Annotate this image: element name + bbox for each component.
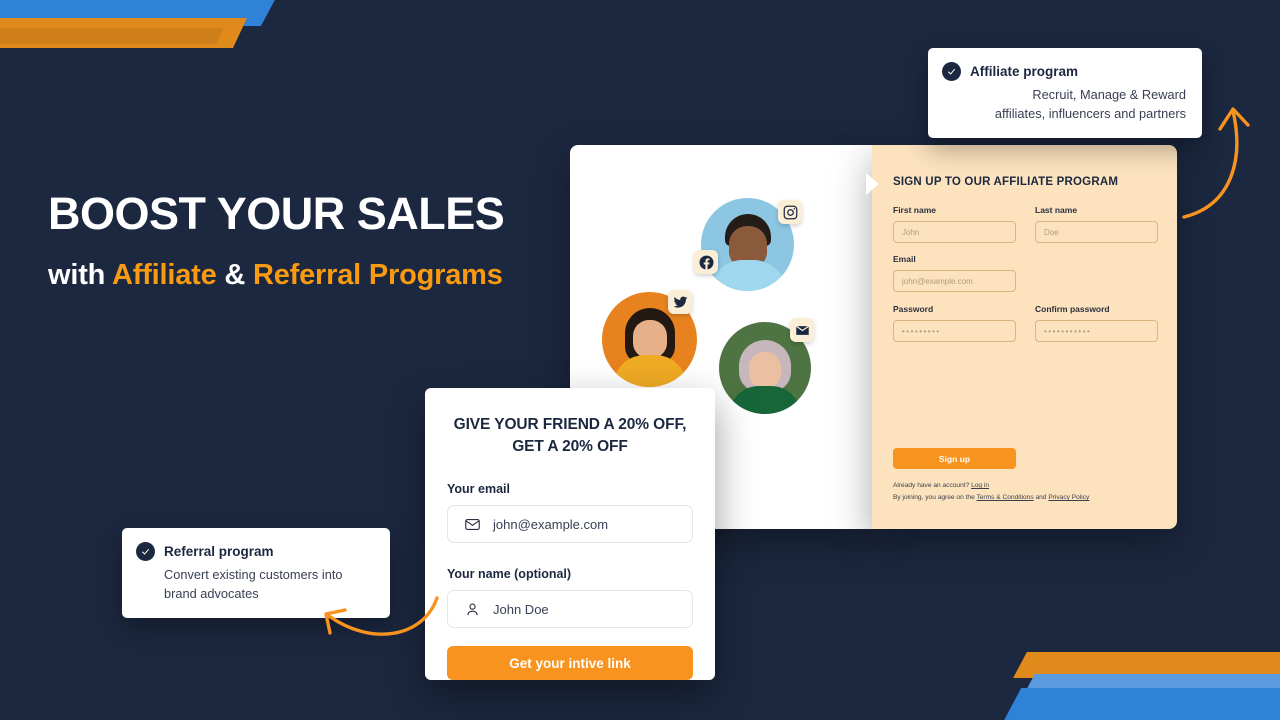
ribbon-top-left-orange-shade xyxy=(0,28,224,44)
ribbon-bottom-right-blue xyxy=(998,688,1280,720)
terms-prompt-text: By joining, you agree on the xyxy=(893,494,977,501)
login-prompt: Already have an account? Log in xyxy=(893,482,989,489)
referral-name-value: John Doe xyxy=(493,601,549,617)
callout-affiliate-program: Affiliate program Recruit, Manage & Rewa… xyxy=(928,48,1202,138)
callout-referral-body: Convert existing customers into brand adv… xyxy=(164,566,374,604)
facebook-icon xyxy=(694,250,718,274)
signup-title: SIGN UP TO OUR AFFILIATE PROGRAM xyxy=(893,176,1119,188)
referral-email-label: Your email xyxy=(447,482,510,496)
callout-affiliate-body-line2: affiliates, influencers and partners xyxy=(994,105,1186,121)
referral-card-title: GIVE YOUR FRIEND A 20% OFF, GET A 20% OFF xyxy=(447,414,693,458)
callout-affiliate-body: Recruit, Manage & Reward affiliates, infl… xyxy=(942,86,1186,124)
hero-banner: BOOST YOUR SALES with Affiliate & Referr… xyxy=(0,0,1280,720)
email-input[interactable]: john@example.com xyxy=(893,270,1016,292)
password-label: Password xyxy=(893,304,934,314)
callout-referral-header: Referral program xyxy=(136,542,374,561)
hero-subtitle-prefix: with xyxy=(48,259,112,292)
callout-referral-body-line2: brand advocates xyxy=(164,585,259,601)
login-prompt-text: Already have an account? xyxy=(893,482,972,489)
callout-affiliate-body-line1: Recruit, Manage & Reward xyxy=(1032,87,1186,102)
hero-subtitle: with Affiliate & Referral Programs xyxy=(48,259,608,292)
check-circle-icon xyxy=(136,542,155,561)
last-name-label: Last name xyxy=(1035,205,1078,215)
user-icon xyxy=(467,603,478,615)
referral-name-input[interactable]: John Doe xyxy=(447,590,693,628)
confirm-password-label: Confirm password xyxy=(1035,304,1110,314)
hero-subtitle-referral: Referral Programs xyxy=(252,259,503,292)
first-name-input[interactable]: John xyxy=(893,221,1016,243)
terms-prompt: By joining, you agree on the Terms & Con… xyxy=(893,494,1089,501)
privacy-link[interactable]: Privacy Policy xyxy=(1048,494,1089,501)
first-name-label: First name xyxy=(893,205,936,215)
email-icon xyxy=(790,318,814,342)
hero-subtitle-amp: & xyxy=(216,259,253,292)
callout-referral-body-line1: Convert existing customers into xyxy=(164,567,343,582)
password-input[interactable]: ••••••••• xyxy=(893,320,1016,342)
hero-subtitle-affiliate: Affiliate xyxy=(111,259,217,292)
callout-affiliate-header: Affiliate program xyxy=(942,62,1186,81)
referral-email-input[interactable]: john@example.com xyxy=(447,505,693,543)
twitter-icon xyxy=(668,290,692,314)
page-title: BOOST YOUR SALES xyxy=(48,188,505,239)
confirm-password-input[interactable]: ••••••••••• xyxy=(1035,320,1158,342)
callout-affiliate-title: Affiliate program xyxy=(970,64,1079,79)
check-circle-icon xyxy=(942,62,961,81)
terms-link[interactable]: Terms & Conditions xyxy=(976,494,1033,501)
email-label: Email xyxy=(893,254,916,264)
signup-button[interactable]: Sign up xyxy=(893,448,1016,469)
referral-form-card: GIVE YOUR FRIEND A 20% OFF, GET A 20% OFF… xyxy=(425,388,715,680)
referral-card-title-line1: GIVE YOUR FRIEND A 20% OFF, xyxy=(453,416,687,433)
referral-card-title-line2: GET A 20% OFF xyxy=(512,438,628,455)
callout-referral-title: Referral program xyxy=(164,544,274,559)
hero-copy: BOOST YOUR SALES with Affiliate & Referr… xyxy=(48,190,608,292)
get-invite-link-button[interactable]: Get your intive link xyxy=(447,646,693,680)
callout-referral-program: Referral program Convert existing custom… xyxy=(122,528,390,618)
last-name-input[interactable]: Doe xyxy=(1035,221,1158,243)
instagram-icon xyxy=(778,200,802,224)
login-link[interactable]: Log in xyxy=(971,482,989,489)
terms-and: and xyxy=(1033,494,1049,501)
referral-email-value: john@example.com xyxy=(493,516,609,532)
panel-notch xyxy=(866,173,879,195)
referral-name-label: Your name (optional) xyxy=(447,567,572,581)
envelope-icon xyxy=(465,518,480,530)
